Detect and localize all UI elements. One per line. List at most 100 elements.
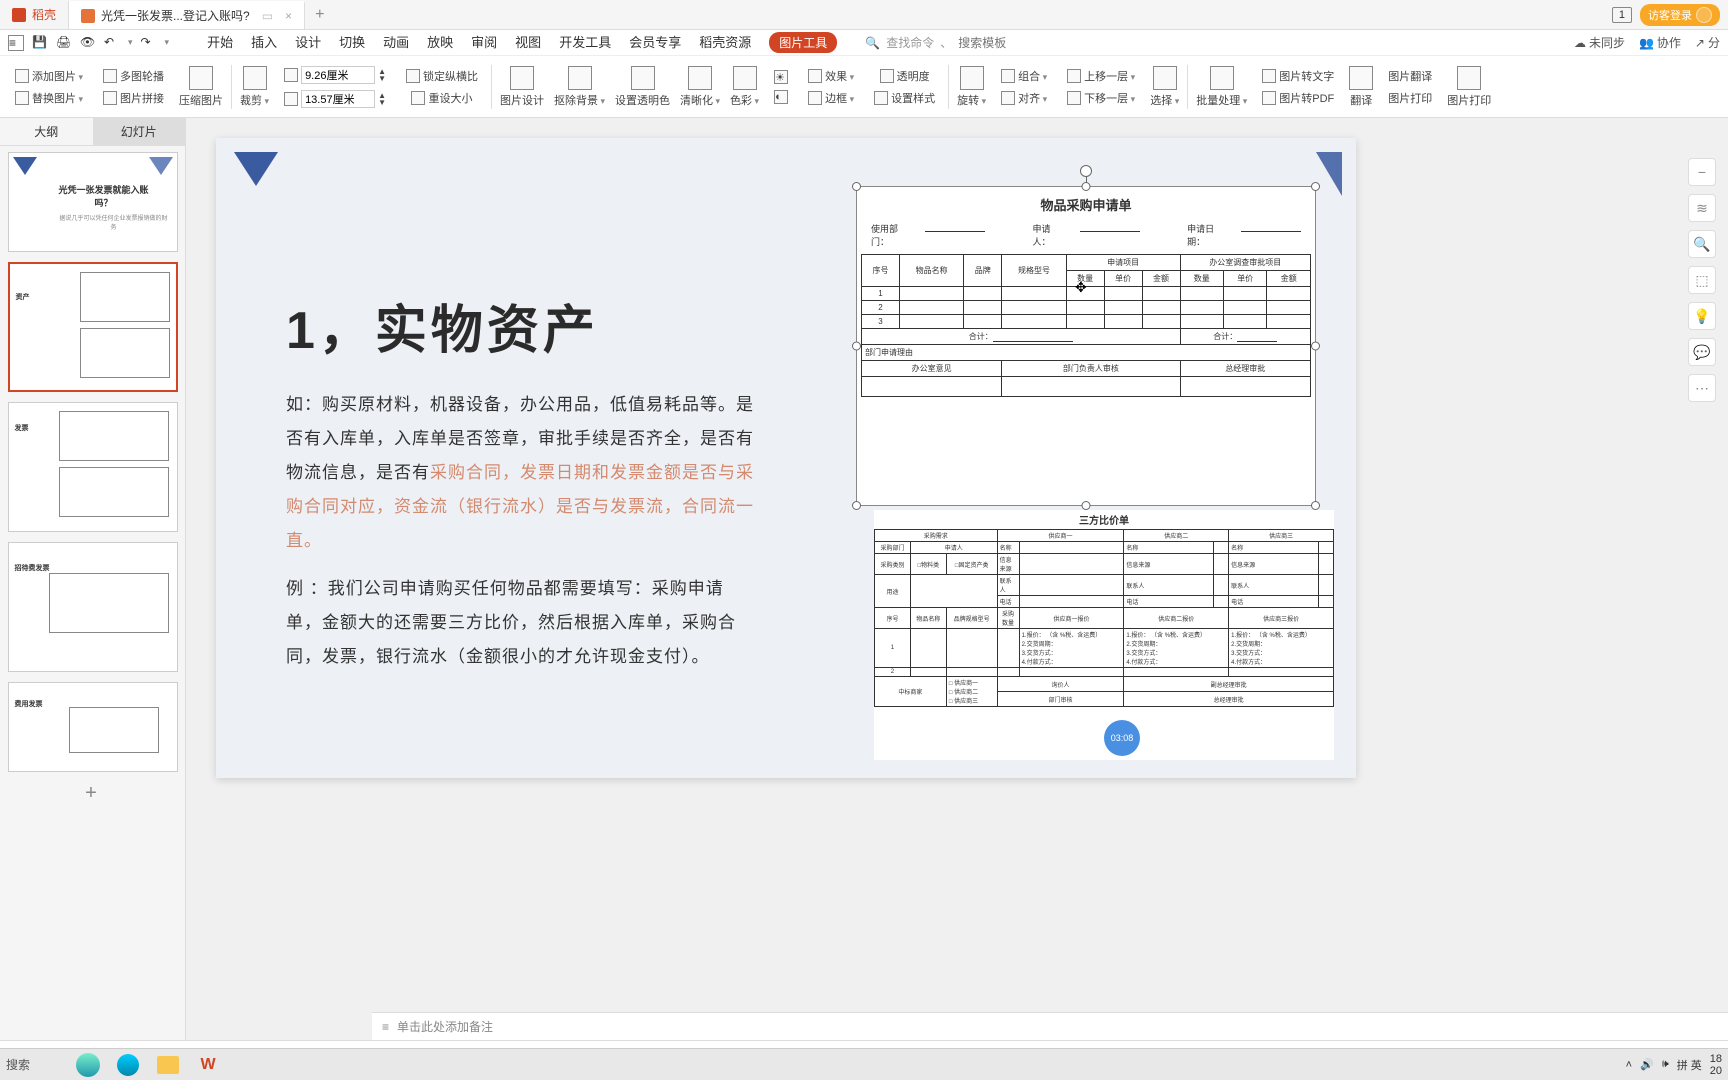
resize-handle-tl[interactable] [852,182,861,191]
taskbar-wps[interactable]: W [190,1050,226,1080]
border-button[interactable]: 边框 [805,88,857,108]
crop-tool-button[interactable]: ⬚ [1688,266,1716,294]
tray-up-icon[interactable]: ˄ [1626,1059,1632,1071]
redo-dd[interactable]: ▾ [165,37,170,48]
print-big-button[interactable]: 图片打印 [1443,64,1495,110]
taskbar-edge[interactable] [110,1050,146,1080]
add-slide-button[interactable]: + [6,782,176,806]
reset-size-button[interactable]: 重设大小 [408,88,475,108]
image-design-button[interactable]: 图片设计 [496,64,548,110]
tray-ime[interactable]: 拼 英 [1677,1057,1702,1073]
search-cmd-label[interactable]: 查找命令 [886,34,934,51]
align-button[interactable]: 对齐 [998,88,1050,108]
tray-volume-icon[interactable]: 🔊 [1640,1058,1654,1071]
rotate-handle[interactable] [1080,165,1092,177]
chat-button[interactable]: 💬 [1688,338,1716,366]
tray-time[interactable]: 1820 [1710,1053,1722,1077]
home-tab[interactable]: 稻壳 [0,1,69,29]
transparency-button[interactable]: 透明度 [877,66,933,86]
slide-body[interactable]: 如：购买原材料，机器设备，办公用品，低值易耗品等。是否有入库单，入库单是否签章，… [286,388,756,674]
layers-button[interactable]: ≋ [1688,194,1716,222]
slide[interactable]: 1，实物资产 如：购买原材料，机器设备，办公用品，低值易耗品等。是否有入库单，入… [216,138,1356,778]
menu-devtools[interactable]: 开发工具 [559,32,611,53]
to-text-button[interactable]: 图片转文字 [1259,66,1337,86]
menu-design[interactable]: 设计 [295,32,321,53]
slide-canvas[interactable]: 1，实物资产 如：购买原材料，机器设备，办公用品，低值易耗品等。是否有入库单，入… [186,118,1728,1040]
minimize-tab-icon[interactable]: ▭ [262,9,273,23]
clarify-button[interactable]: 清晰化 [676,64,724,110]
menu-resources[interactable]: 稻壳资源 [699,32,751,53]
menu-image-tools[interactable]: 图片工具 [769,32,837,53]
height-spinner[interactable]: ▲▼ [378,92,386,106]
thumb-2[interactable]: 资产 [8,262,178,392]
menu-member[interactable]: 会员专享 [629,32,681,53]
select-pane-button[interactable]: 选择 [1146,64,1183,110]
thumb-3[interactable]: 发票 [8,402,178,532]
more-button[interactable]: ⋯ [1688,374,1716,402]
brightness-button[interactable]: ☀ [771,68,791,86]
zoom-out-button[interactable]: − [1688,158,1716,186]
resize-handle-br[interactable] [1311,501,1320,510]
undo-dd[interactable]: ▾ [128,37,133,48]
menu-insert[interactable]: 插入 [251,32,277,53]
menu-view[interactable]: 视图 [515,32,541,53]
zoom-button[interactable]: 🔍 [1688,230,1716,258]
collab-button[interactable]: 👥协作 [1639,34,1681,51]
menu-icon[interactable]: ≡ [8,35,24,51]
replace-image-button[interactable]: 替换图片 [12,88,86,108]
menu-review[interactable]: 审阅 [471,32,497,53]
document-tab[interactable]: 光凭一张发票...登记入账吗?▭× [69,1,305,29]
rotate-button[interactable]: 旋转 [953,64,990,110]
close-tab-icon[interactable]: × [285,9,292,23]
stitch-button[interactable]: 图片拼接 [100,88,167,108]
group-button[interactable]: 组合 [998,66,1050,86]
window-count-badge[interactable]: 1 [1612,7,1632,23]
share-button[interactable]: ↗分 [1695,34,1720,51]
add-image-button[interactable]: 添加图片 [12,66,86,86]
thumb-1[interactable]: 光凭一张发票就能入账吗？ 据说几乎可以凭任何企业发票报销做的财务 [8,152,178,252]
set-transparent-button[interactable]: 设置透明色 [611,64,674,110]
resize-handle-bl[interactable] [852,501,861,510]
resize-handle-tr[interactable] [1311,182,1320,191]
contrast-button[interactable]: ◐ [771,88,791,106]
slides-tab[interactable]: 幻灯片 [93,118,186,145]
color-button[interactable]: 色彩 [726,64,763,110]
taskbar-globe[interactable] [70,1050,106,1080]
taskbar-search[interactable]: 搜索 [6,1056,66,1073]
resize-handle-t[interactable] [1082,182,1091,191]
resize-handle-b[interactable] [1082,501,1091,510]
lock-ratio-button[interactable]: 锁定纵横比 [403,66,481,86]
width-input[interactable] [301,66,375,84]
multi-crop-button[interactable]: 多图轮播 [100,66,167,86]
batch-button[interactable]: 批量处理 [1192,64,1251,110]
bring-forward-button[interactable]: 上移一层 [1064,66,1138,86]
idea-button[interactable]: 💡 [1688,302,1716,330]
remove-bg-button[interactable]: 抠除背景 [550,64,609,110]
thumb-4[interactable]: 招待费发票 [8,542,178,672]
effects-button[interactable]: 效果 [805,66,857,86]
resize-handle-r[interactable] [1311,342,1320,351]
taskbar-explorer[interactable] [150,1050,186,1080]
preview-icon[interactable]: 👁 [80,35,96,51]
thumbnails[interactable]: 光凭一张发票就能入账吗？ 据说几乎可以凭任何企业发票报销做的财务 资产 发票 招… [0,146,185,1040]
search-template-input[interactable] [958,36,1038,50]
thumb-5[interactable]: 费用发票 [8,682,178,772]
selected-image-1[interactable]: 物品采购申请单 使用部门： 申请人： 申请日期： 序号物品名称品牌规格型号申请项… [856,186,1316,506]
menu-start[interactable]: 开始 [207,32,233,53]
quote-compare-form[interactable]: 三方比价单 采购需求供应商一供应商二供应商三 采购部门申请人名称名称名称 采购类… [874,510,1334,760]
search-icon[interactable]: 🔍 [865,36,880,50]
redo-icon[interactable]: ↷ [141,35,157,51]
menu-transition[interactable]: 切换 [339,32,365,53]
menu-slideshow[interactable]: 放映 [427,32,453,53]
sync-status[interactable]: ☁未同步 [1574,34,1625,51]
height-input[interactable] [301,90,375,108]
img-print-button[interactable]: 图片打印 [1385,88,1435,108]
send-backward-button[interactable]: 下移一层 [1064,88,1138,108]
undo-icon[interactable]: ↶ [104,35,120,51]
img-translate-button[interactable]: 图片翻译 [1385,66,1435,86]
width-spinner[interactable]: ▲▼ [378,68,386,82]
save-icon[interactable]: 💾 [32,35,48,51]
menu-animation[interactable]: 动画 [383,32,409,53]
to-pdf-button[interactable]: 图片转PDF [1259,88,1337,108]
notes-bar[interactable]: ≡ 单击此处添加备注 [372,1012,1728,1040]
